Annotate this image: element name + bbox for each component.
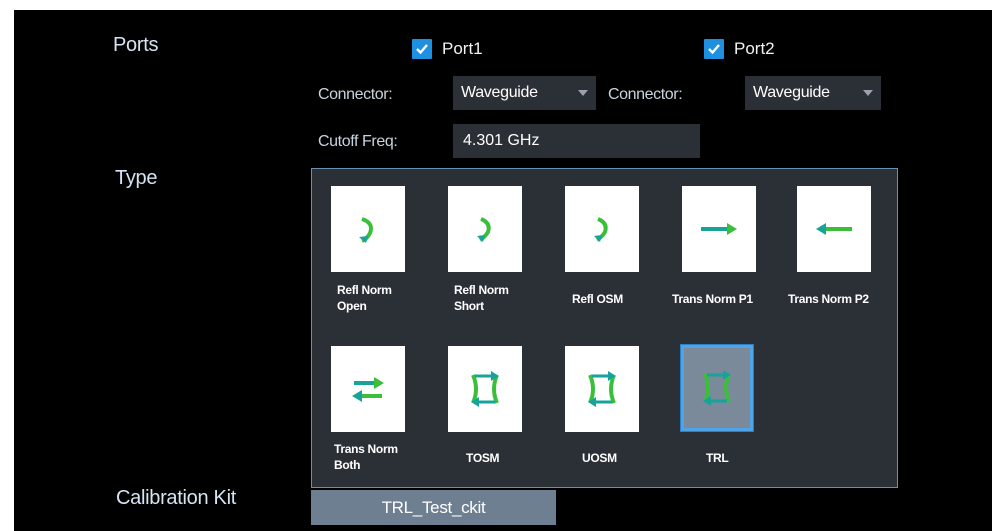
type-refl-norm-short-label: Refl Norm Short — [454, 283, 509, 313]
chevron-down-icon — [578, 90, 588, 96]
port2-checkbox-group[interactable]: Port2 — [704, 39, 775, 59]
port1-connector-label: Connector: — [318, 86, 393, 103]
type-refl-osm-tile[interactable] — [565, 186, 639, 272]
cutoff-freq-value: 4.301 GHz — [463, 132, 540, 149]
type-trans-norm-p1-tile[interactable] — [682, 186, 756, 272]
port1-label: Port1 — [442, 39, 483, 58]
type-refl-norm-short-tile[interactable] — [448, 186, 522, 272]
port2-label: Port2 — [734, 39, 775, 58]
port1-connector-select[interactable]: Waveguide — [453, 76, 596, 110]
cutoff-freq-label: Cutoff Freq: — [318, 133, 398, 150]
type-trl-tile[interactable] — [680, 344, 754, 432]
port2-connector-value: Waveguide — [753, 84, 830, 101]
checkmark-icon — [416, 44, 428, 55]
type-trans-norm-both-tile[interactable] — [331, 346, 405, 432]
tosm-icon — [471, 371, 499, 407]
type-trans-norm-p1-label: Trans Norm P1 — [672, 292, 753, 306]
port1-connector-value: Waveguide — [461, 84, 538, 101]
uosm-icon — [588, 371, 616, 407]
calibration-type-grid: Refl Norm Open Refl Norm Short Refl OSM Tr… — [311, 168, 898, 488]
refl-osm-icon — [594, 217, 608, 242]
port2-checkbox[interactable] — [704, 39, 724, 59]
type-tosm-label: TOSM — [466, 451, 500, 465]
trl-icon — [703, 370, 731, 406]
type-trans-norm-p2-label: Trans Norm P2 — [788, 292, 869, 306]
calibration-kit-value: TRL_Test_ckit — [381, 497, 486, 517]
type-trl-label: TRL — [706, 451, 729, 465]
type-tosm-tile[interactable] — [448, 346, 522, 432]
type-trans-norm-both-label: Trans Norm Both — [334, 442, 398, 472]
port2-connector-label: Connector: — [608, 86, 683, 103]
arrow-left-icon — [816, 223, 852, 235]
port1-checkbox[interactable] — [412, 39, 432, 59]
type-uosm-tile[interactable] — [565, 346, 639, 432]
ports-label: Ports — [113, 34, 159, 56]
type-refl-osm-label: Refl OSM — [572, 292, 623, 306]
chevron-down-icon — [863, 90, 873, 96]
cutoff-freq-input[interactable]: 4.301 GHz — [453, 124, 700, 158]
port2-connector-select[interactable]: Waveguide — [745, 76, 881, 110]
refl-open-icon — [359, 217, 373, 243]
calibration-kit-select[interactable]: TRL_Test_ckit — [311, 490, 556, 525]
port1-checkbox-group[interactable]: Port1 — [412, 39, 483, 59]
checkmark-icon — [708, 44, 720, 55]
bidirectional-arrows-icon — [352, 377, 384, 402]
type-trans-norm-p2-tile[interactable] — [797, 186, 871, 272]
type-refl-norm-open-label: Refl Norm Open — [337, 283, 392, 313]
refl-short-icon — [477, 217, 491, 242]
type-refl-norm-open-tile[interactable] — [331, 186, 405, 272]
type-label: Type — [115, 167, 158, 189]
arrow-right-icon — [701, 223, 737, 235]
type-uosm-label: UOSM — [582, 451, 617, 465]
calibration-setup-panel: Ports Port1 Port2 Connector: Waveguide C… — [14, 10, 992, 531]
calibration-kit-label: Calibration Kit — [116, 487, 237, 509]
